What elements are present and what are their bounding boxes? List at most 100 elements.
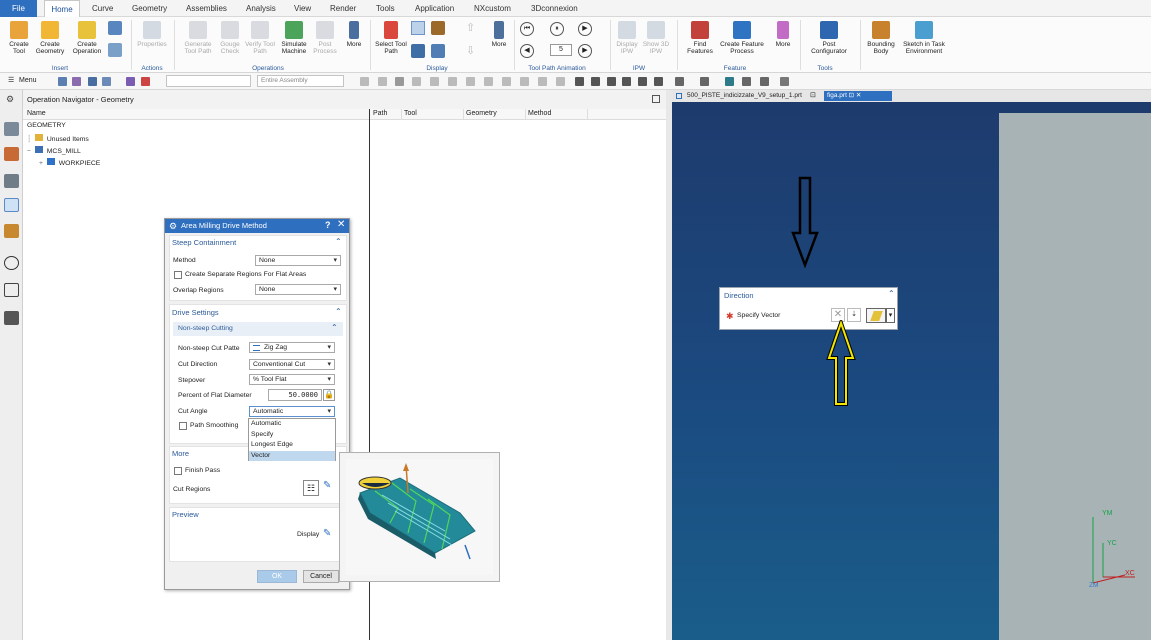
feature-more-button[interactable]: More: [771, 19, 795, 48]
tab-part-setup[interactable]: 500_PISTE_indicizzate_V9_setup_1.prt: [684, 91, 805, 101]
tab-render[interactable]: Render: [328, 0, 358, 17]
tab-nxcustom[interactable]: NXcustom: [472, 0, 513, 17]
settings-gear-icon[interactable]: ⚙: [6, 94, 14, 105]
snap-icon[interactable]: [395, 77, 404, 86]
create-operation-button[interactable]: Create Operation: [70, 19, 104, 55]
view-icon[interactable]: [607, 77, 616, 86]
view-icon[interactable]: [654, 77, 663, 86]
snap-icon[interactable]: [484, 77, 493, 86]
filter-icon[interactable]: [141, 77, 150, 86]
tab-file[interactable]: File: [0, 0, 37, 17]
sketch-in-task-button[interactable]: Sketch in Task Environment: [900, 19, 948, 55]
display-more-button[interactable]: More: [487, 19, 511, 48]
tab-curve[interactable]: Curve: [90, 0, 115, 17]
machining-knowledge-icon[interactable]: [4, 311, 19, 325]
column-name[interactable]: Name: [27, 110, 46, 117]
view-icon[interactable]: [575, 77, 584, 86]
collapse-caret-icon[interactable]: ⌃: [335, 237, 342, 246]
tab-application[interactable]: Application: [413, 0, 456, 17]
lock-icon[interactable]: 🔒: [323, 389, 335, 401]
display-ipw-button[interactable]: Display IPW: [613, 19, 641, 55]
assembly-scope-select[interactable]: Entire Assembly: [257, 75, 344, 87]
generate-tool-path-button[interactable]: Generate Tool Path: [180, 19, 216, 55]
option-vector[interactable]: Vector: [249, 450, 335, 461]
operations-more-button[interactable]: More: [341, 19, 367, 48]
program-view-icon[interactable]: [58, 77, 67, 86]
tool-view-icon[interactable]: [742, 77, 751, 86]
bounding-body-button[interactable]: Bounding Body: [863, 19, 899, 55]
tab-view[interactable]: View: [292, 0, 313, 17]
snap-icon[interactable]: [360, 77, 369, 86]
percent-flat-diameter-input[interactable]: 50.0000: [268, 389, 322, 401]
type-filter-select[interactable]: [166, 75, 251, 87]
display-tool-icon[interactable]: [431, 21, 445, 35]
option-specify[interactable]: Specify: [249, 430, 335, 441]
history-clock-icon[interactable]: [4, 256, 19, 270]
non-steep-cutting-header[interactable]: Non-steep Cutting: [178, 325, 233, 332]
separate-regions-checkbox[interactable]: [174, 271, 182, 279]
display-path-2d-icon[interactable]: [411, 44, 425, 58]
render-style-icon[interactable]: [675, 77, 684, 86]
vector-dialog-button[interactable]: [866, 308, 886, 323]
method-view-icon[interactable]: [102, 77, 111, 86]
ok-button[interactable]: OK: [257, 570, 297, 583]
path-view-icon[interactable]: [760, 77, 769, 86]
finish-pass-checkbox[interactable]: [174, 467, 182, 475]
snap-icon[interactable]: [466, 77, 475, 86]
preview-header[interactable]: Preview: [172, 510, 199, 519]
render-style-icon[interactable]: [700, 77, 709, 86]
find-features-button[interactable]: Find Features: [683, 19, 717, 55]
option-longest-edge[interactable]: Longest Edge: [249, 440, 335, 451]
menu-button[interactable]: Menu: [19, 77, 37, 84]
tab-analysis[interactable]: Analysis: [244, 0, 278, 17]
arrow-up-icon[interactable]: ⇧: [466, 21, 478, 34]
tree-item-unused[interactable]: ┆ Unused Items: [27, 134, 89, 143]
brush-icon[interactable]: ✎: [323, 480, 339, 496]
stepover-select[interactable]: % Tool Flat: [249, 374, 335, 385]
tree-item-workpiece[interactable]: + WORKPIECE: [39, 158, 100, 167]
tool-icon[interactable]: [126, 77, 135, 86]
select-tool-path-button[interactable]: Select Tool Path: [374, 19, 408, 55]
tab-home[interactable]: Home: [44, 0, 80, 18]
vector-dropdown-icon[interactable]: ▾: [886, 308, 895, 323]
cut-regions-list-icon[interactable]: ☷: [303, 480, 319, 496]
settings-gear-icon[interactable]: ⚙: [169, 221, 177, 232]
gouge-check-button[interactable]: Gouge Check: [214, 19, 246, 55]
option-automatic[interactable]: Automatic: [249, 419, 335, 430]
display-path-labels-icon[interactable]: [431, 44, 445, 58]
create-tool-button[interactable]: Create Tool: [4, 19, 34, 55]
overlap-regions-select[interactable]: None: [255, 284, 341, 295]
pause-icon[interactable]: ⏸: [550, 22, 564, 36]
collapse-caret-icon[interactable]: ⌃: [331, 323, 338, 332]
geometry-view-icon[interactable]: [88, 77, 97, 86]
tab-3dconnexion[interactable]: 3Dconnexion: [529, 0, 580, 17]
method-select[interactable]: None: [255, 255, 341, 266]
tab-close-icon[interactable]: ⊡: [810, 91, 816, 99]
snap-icon[interactable]: [378, 77, 387, 86]
tab-geometry[interactable]: Geometry: [130, 0, 169, 17]
column-path[interactable]: Path: [373, 110, 387, 117]
constraint-navigator-icon[interactable]: [4, 147, 19, 161]
tree-item-mcs-mill[interactable]: − MCS_MILL: [27, 146, 81, 155]
show-3d-ipw-button[interactable]: Show 3D IPW: [642, 19, 670, 55]
shop-docs-icon[interactable]: [108, 43, 122, 57]
close-icon[interactable]: ✕: [337, 219, 345, 230]
tree-root-geometry[interactable]: GEOMETRY: [27, 122, 66, 129]
machine-tool-navigator-icon[interactable]: [4, 224, 19, 238]
properties-button[interactable]: Properties: [134, 19, 170, 48]
machine-view-icon[interactable]: [72, 77, 81, 86]
column-method[interactable]: Method: [528, 110, 551, 117]
snap-icon[interactable]: [556, 77, 565, 86]
more-header[interactable]: More: [172, 449, 189, 458]
steep-containment-header[interactable]: Steep Containment: [172, 238, 236, 247]
verify-tool-path-button[interactable]: Verify Tool Path: [244, 19, 276, 55]
column-geometry[interactable]: Geometry: [466, 110, 497, 117]
tab-assemblies[interactable]: Assemblies: [184, 0, 229, 17]
assembly-navigator-icon[interactable]: [4, 122, 19, 136]
cancel-button[interactable]: Cancel: [303, 570, 339, 583]
simulate-machine-button[interactable]: Simulate Machine: [277, 19, 311, 55]
hamburger-icon[interactable]: ☰: [8, 76, 14, 84]
step-back-icon[interactable]: ◀: [520, 44, 534, 58]
arrow-down-icon[interactable]: ⇩: [466, 44, 478, 57]
reuse-library-icon[interactable]: [4, 283, 19, 297]
